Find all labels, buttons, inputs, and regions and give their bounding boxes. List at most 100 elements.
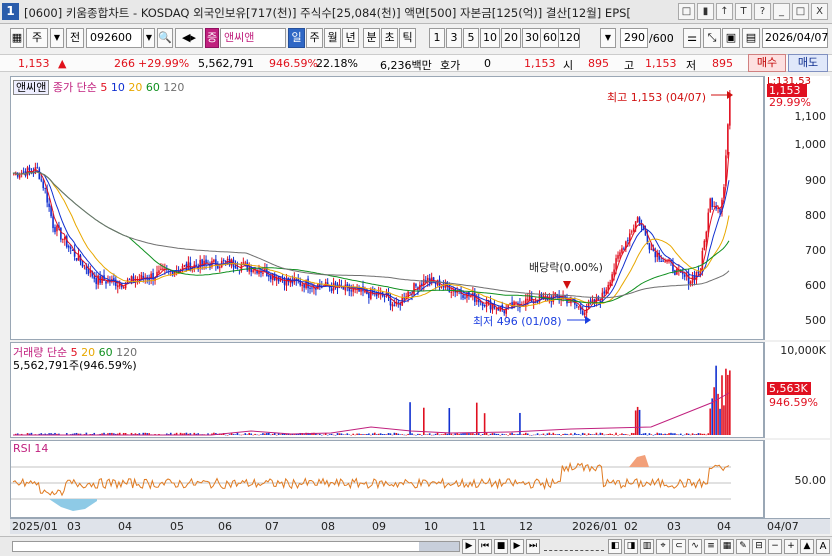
volume-value: 5,562,791 [198,57,254,70]
restore-icon[interactable]: □ [678,3,695,20]
volume-bar [674,433,676,435]
edit-icon[interactable]: ✎ [736,539,750,554]
price-change-pct: +29.99% [138,57,190,70]
help-icon[interactable]: ? [754,3,771,20]
price-axis: L:131.53 1,153 29.99% 1,100 1,000 900 80… [764,76,830,340]
text-icon[interactable]: T [735,3,752,20]
up-icon[interactable]: ▲ [800,539,814,554]
plus-icon[interactable]: + [784,539,798,554]
candle-body [54,227,56,233]
first-icon[interactable]: ⏮ [478,539,492,554]
interval-30[interactable]: 30 [522,28,542,48]
tab-period-day[interactable]: 일 [288,28,305,48]
maximize-icon[interactable]: □ [792,3,809,20]
stop-icon[interactable]: ■ [494,539,508,554]
volume-bar [511,432,513,435]
interval-5[interactable]: 5 [463,28,479,48]
search-icon[interactable]: 🔍 [157,28,173,48]
prev-button[interactable]: 전 [66,28,84,48]
volume-bar [264,433,266,435]
rsi-chart[interactable] [11,441,763,517]
volume-bar [719,408,721,435]
grid-toggle-icon[interactable]: ▦ [720,539,734,554]
volume-bar [697,433,700,435]
candle-body [613,269,615,275]
pin-icon[interactable]: ▮ [697,3,714,20]
sell-button[interactable]: 매도 [788,54,828,72]
layout-icon[interactable]: ▥ [640,539,654,554]
tab-period-month[interactable]: 월 [324,28,341,48]
wave-icon[interactable]: ∿ [688,539,702,554]
volume-bar [552,432,555,435]
calendar-icon[interactable]: ▤ [742,28,760,48]
tab-period-second[interactable]: 초 [381,28,398,48]
next-icon[interactable]: ▶ [510,539,524,554]
month-label: 11 [472,520,486,533]
zoom-ruler[interactable] [544,542,604,551]
volume-bar [666,434,668,435]
period-type-select[interactable]: 주 [26,28,48,48]
candle-settings-icon[interactable]: ⚌ [683,28,701,48]
interval-120[interactable]: 120 [558,28,580,48]
volume-bar [464,433,466,435]
chevron-down-icon[interactable]: ▼ [50,28,64,48]
volume-bar [605,434,608,436]
candle-body [105,281,107,284]
candle-body [636,217,639,222]
stock-code-input[interactable]: 092600 [86,28,142,48]
candle-body [69,247,72,249]
volume-bar [271,433,274,435]
date-input[interactable]: 2026/04/07 [762,28,828,48]
interval-1[interactable]: 1 [429,28,445,48]
volume-bar [458,434,460,435]
collapse-icon[interactable]: ⊟ [752,539,766,554]
volume-bar [499,434,502,436]
count-input[interactable]: 290 [620,28,648,48]
volume-bar [350,434,353,436]
interval-20[interactable]: 20 [501,28,521,48]
magnet-icon[interactable]: ⊂ [672,539,686,554]
volume-bar [628,434,631,436]
volume-bar [285,434,288,435]
window-number[interactable]: 1 [2,3,19,20]
minimize-icon[interactable]: _ [773,3,790,20]
speaker-icon[interactable]: ◀▸ [175,28,203,48]
volume-bar [362,434,364,435]
close-icon[interactable]: X [811,3,828,20]
interval-10[interactable]: 10 [480,28,500,48]
interval-3[interactable]: 3 [446,28,462,48]
buy-button[interactable]: 매수 [748,54,786,72]
zoom-in-icon[interactable]: ◨ [624,539,638,554]
volume-bar [607,434,610,435]
candle-body [462,295,464,298]
list-dropdown-icon[interactable]: ▼ [600,28,616,48]
volume-bar [474,434,476,435]
tab-period-tick[interactable]: 틱 [399,28,416,48]
minus-icon[interactable]: − [768,539,782,554]
candle-body [683,274,686,277]
volume-bar [346,433,349,435]
arrow-up-icon[interactable]: ↑ [716,3,733,20]
stock-name[interactable]: 앤씨앤 [220,28,286,48]
crosshair-icon[interactable]: ⌖ [656,539,670,554]
candle-body [350,290,353,292]
volume-bar [725,368,727,435]
save-icon[interactable]: ▣ [722,28,740,48]
zoom-out-icon[interactable]: ◧ [608,539,622,554]
scroll-thumb[interactable] [419,542,459,551]
last-icon[interactable]: ⏭ [526,539,540,554]
price-chart[interactable] [11,77,763,339]
scroll-right-icon[interactable]: ▶ [462,539,476,554]
tab-period-year[interactable]: 년 [342,28,359,48]
overlay-icon[interactable]: ⤡ [703,28,721,48]
lines-icon[interactable]: ≡ [704,539,718,554]
volume-bar [275,434,278,436]
grid-icon[interactable]: ▦ [10,28,24,48]
tab-period-week[interactable]: 주 [306,28,323,48]
volume-bar [526,433,529,435]
font-size-icon[interactable]: A [816,539,830,554]
interval-60[interactable]: 60 [540,28,560,48]
scroll-track[interactable] [12,541,460,552]
tab-period-minute[interactable]: 분 [363,28,380,48]
code-dropdown-icon[interactable]: ▼ [143,28,155,48]
